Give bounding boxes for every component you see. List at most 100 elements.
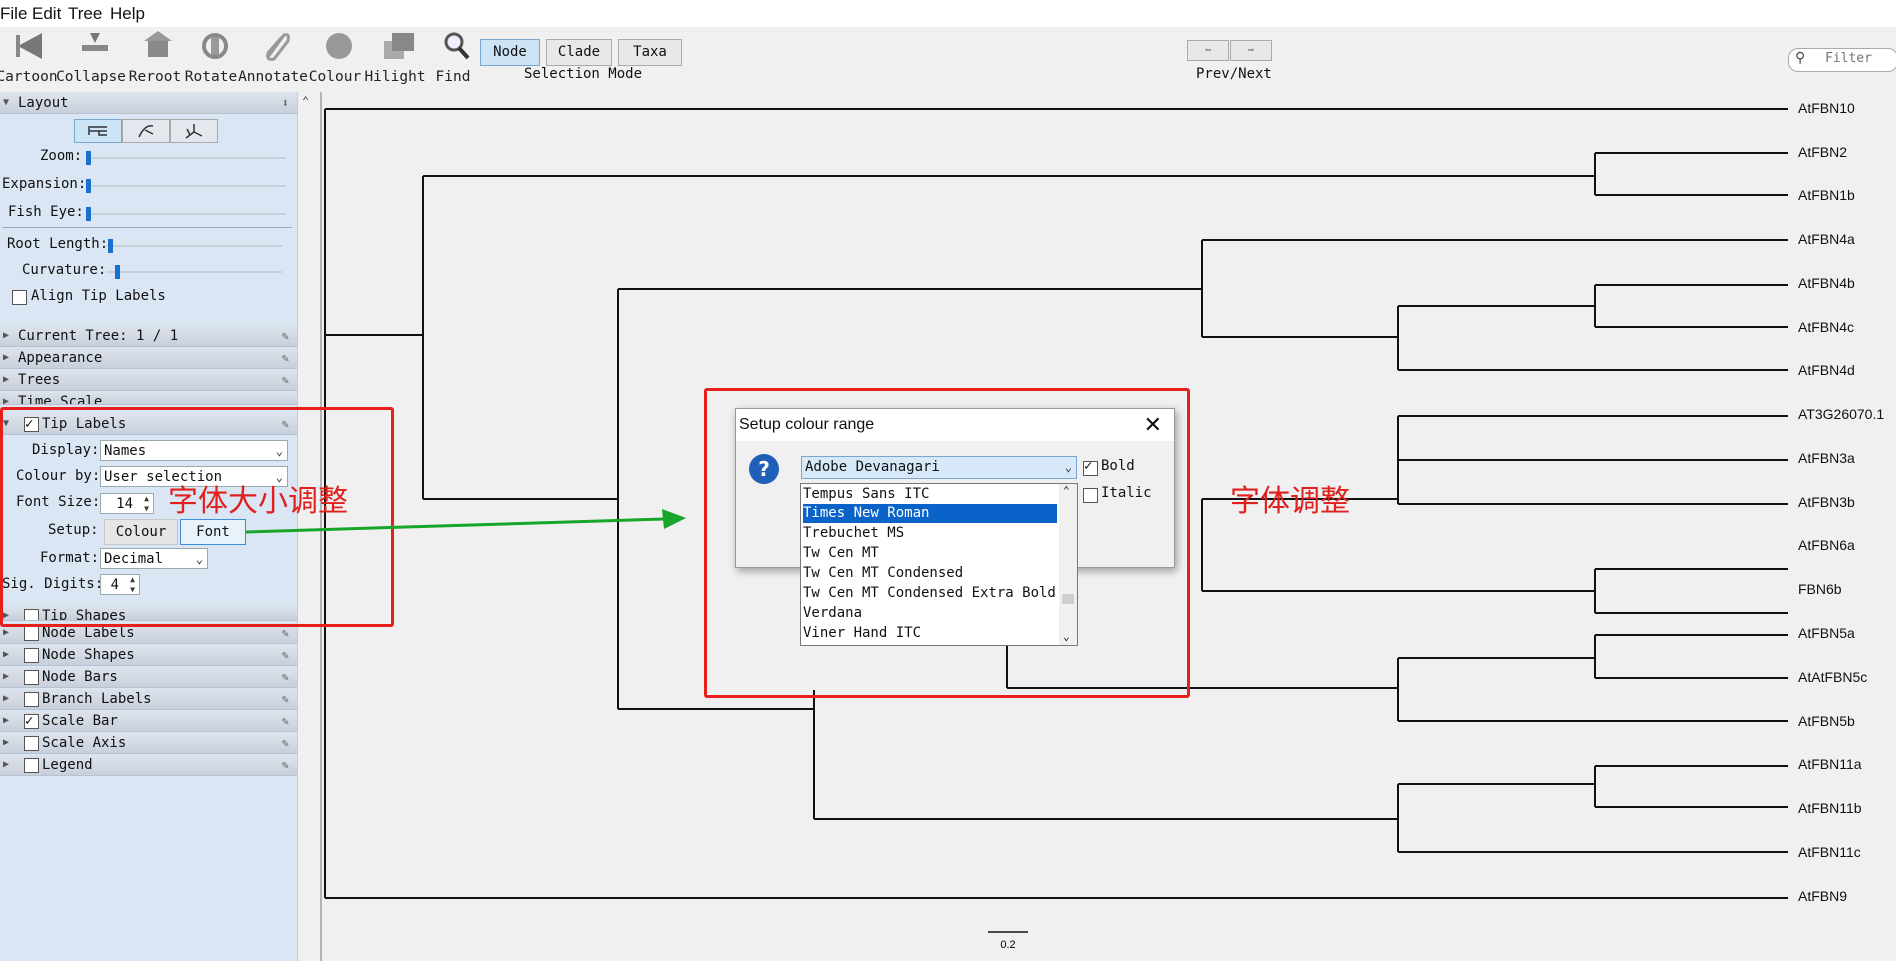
root-length-slider-thumb[interactable] [107, 239, 113, 253]
annotate-icon [266, 33, 290, 61]
toolbar: Cartoon Collapse Reroot Rotate Annotate … [0, 27, 1896, 92]
menu-help[interactable]: Help [110, 4, 145, 24]
polar-tree-icon [138, 124, 154, 138]
branch-labels-checkbox[interactable] [24, 692, 39, 707]
filter-input[interactable] [1823, 50, 1896, 67]
tip-label[interactable]: AtFBN6a [1798, 537, 1855, 553]
tip-label[interactable]: AT3G26070.1 [1798, 406, 1884, 422]
scale-axis-checkbox[interactable] [24, 736, 39, 751]
prev-button[interactable]: ⬅ [1187, 40, 1229, 61]
tip-label[interactable]: AtFBN4b [1798, 275, 1855, 291]
find-icon [444, 32, 470, 60]
branch-labels-section-header[interactable]: ▶ Branch Labels ✎ [0, 689, 297, 710]
radial-layout-button[interactable] [170, 119, 218, 143]
fisheye-slider[interactable] [86, 207, 286, 221]
selection-taxa-button[interactable]: Taxa [618, 39, 682, 66]
tip-label[interactable]: AtFBN5a [1798, 625, 1855, 641]
appearance-section-header[interactable]: ▶ Appearance ✎ [0, 348, 297, 369]
pin-icon[interactable]: ✎ [282, 755, 289, 775]
selection-node-button[interactable]: Node [480, 39, 540, 66]
menu-file[interactable]: File [0, 4, 27, 24]
tip-label[interactable]: AtAtFBN5c [1798, 669, 1867, 685]
selection-clade-button[interactable]: Clade [546, 39, 612, 66]
hilight-icon [384, 33, 414, 59]
menu-tree[interactable]: Tree [68, 4, 102, 24]
tip-label[interactable]: AtFBN4d [1798, 362, 1855, 378]
zoom-label: Zoom: [40, 148, 83, 164]
time-scale-section-header[interactable]: ▶ Time Scale [0, 392, 297, 405]
pin-icon[interactable]: ✎ [282, 326, 289, 346]
curvature-slider[interactable] [106, 265, 282, 279]
root-length-slider[interactable] [106, 239, 282, 253]
scale-axis-section-header[interactable]: ▶ Scale Axis ✎ [0, 733, 297, 754]
chevron-up-icon[interactable]: ⌃ [302, 94, 309, 108]
next-button[interactable]: ➡ [1230, 40, 1272, 61]
radial-tree-icon [185, 124, 203, 139]
collapsed-triangle-icon: ▶ [3, 737, 10, 748]
tip-label[interactable]: AtFBN11c [1798, 844, 1861, 860]
tip-label[interactable]: AtFBN3a [1798, 450, 1855, 466]
align-tip-labels-checkbox[interactable] [12, 290, 27, 305]
pin-icon[interactable]: ✎ [282, 348, 289, 368]
align-tip-labels-label: Align Tip Labels [31, 288, 166, 304]
scale-bar-checkbox[interactable] [24, 711, 39, 731]
fisheye-slider-thumb[interactable] [86, 207, 91, 221]
menu-edit[interactable]: Edit [32, 4, 61, 24]
pin-icon[interactable]: ✎ [282, 645, 289, 665]
polar-layout-button[interactable] [122, 119, 170, 143]
pin-icon[interactable]: ✎ [282, 733, 289, 753]
tip-label[interactable]: AtFBN4c [1798, 319, 1854, 335]
scale-bar-section-header[interactable]: ▶ Scale Bar ✎ [0, 711, 297, 732]
collapsed-triangle-icon: ▶ [3, 352, 10, 363]
expansion-label: Expansion: [2, 176, 87, 192]
node-labels-checkbox[interactable] [24, 626, 39, 641]
pin-icon[interactable]: ✎ [282, 711, 289, 731]
tip-label[interactable]: AtFBN3b [1798, 494, 1855, 510]
collapsed-triangle-icon: ▶ [3, 396, 10, 405]
reroot-icon [144, 31, 172, 57]
find-button[interactable]: Find [418, 27, 488, 89]
tip-label[interactable]: AtFBN11a [1798, 756, 1862, 772]
expansion-slider-thumb[interactable] [86, 179, 91, 193]
zoom-slider[interactable] [86, 151, 286, 165]
collapsed-triangle-icon: ▶ [3, 693, 10, 704]
tip-label[interactable]: AtFBN1b [1798, 187, 1855, 203]
node-bars-section-header[interactable]: ▶ Node Bars ✎ [0, 667, 297, 688]
node-shapes-checkbox[interactable] [24, 648, 39, 663]
pin-icon[interactable]: ⬇ [282, 93, 289, 113]
annotation-box-dialog [704, 388, 1190, 698]
node-shapes-section-header[interactable]: ▶ Node Shapes ✎ [0, 645, 297, 666]
pin-icon[interactable]: ✎ [282, 667, 289, 687]
annotation-font-note: 字体调整 [1230, 484, 1350, 519]
layout-section-header[interactable]: ▼ Layout ⬇ [0, 93, 297, 114]
curvature-label: Curvature: [22, 262, 107, 278]
tip-label[interactable]: AtFBN11b [1798, 800, 1862, 816]
tip-label[interactable]: AtFBN5b [1798, 713, 1855, 729]
legend-checkbox[interactable] [24, 758, 39, 773]
arrow-right-icon: ➡ [1247, 43, 1255, 57]
divider [2, 227, 292, 228]
tip-label[interactable]: FBN6b [1798, 581, 1842, 597]
fisheye-label: Fish Eye: [8, 204, 84, 220]
rectangular-layout-button[interactable] [74, 119, 122, 143]
rotate-icon [202, 33, 228, 59]
filter-field[interactable]: ⚲ [1788, 48, 1896, 72]
pin-icon[interactable]: ✎ [282, 689, 289, 709]
collapsed-triangle-icon: ▶ [3, 374, 10, 385]
search-icon: ⚲ [1795, 50, 1806, 66]
expanded-triangle-icon: ▼ [3, 97, 10, 108]
trees-section-header[interactable]: ▶ Trees ✎ [0, 370, 297, 391]
tip-label[interactable]: AtFBN2 [1798, 144, 1847, 160]
pin-icon[interactable]: ✎ [282, 370, 289, 390]
zoom-slider-thumb[interactable] [86, 151, 91, 165]
tip-label[interactable]: AtFBN10 [1798, 100, 1855, 116]
tip-label[interactable]: AtFBN9 [1798, 888, 1847, 904]
legend-section-header[interactable]: ▶ Legend ✎ [0, 755, 297, 776]
expansion-slider[interactable] [86, 179, 286, 193]
node-bars-checkbox[interactable] [24, 670, 39, 685]
current-tree-section-header[interactable]: ▶ Current Tree: 1 / 1 ✎ [0, 326, 297, 347]
prev-next-label: Prev/Next [1196, 66, 1272, 82]
tip-label[interactable]: AtFBN4a [1798, 231, 1855, 247]
curvature-slider-thumb[interactable] [114, 265, 120, 279]
selection-mode-label: Selection Mode [524, 66, 643, 82]
